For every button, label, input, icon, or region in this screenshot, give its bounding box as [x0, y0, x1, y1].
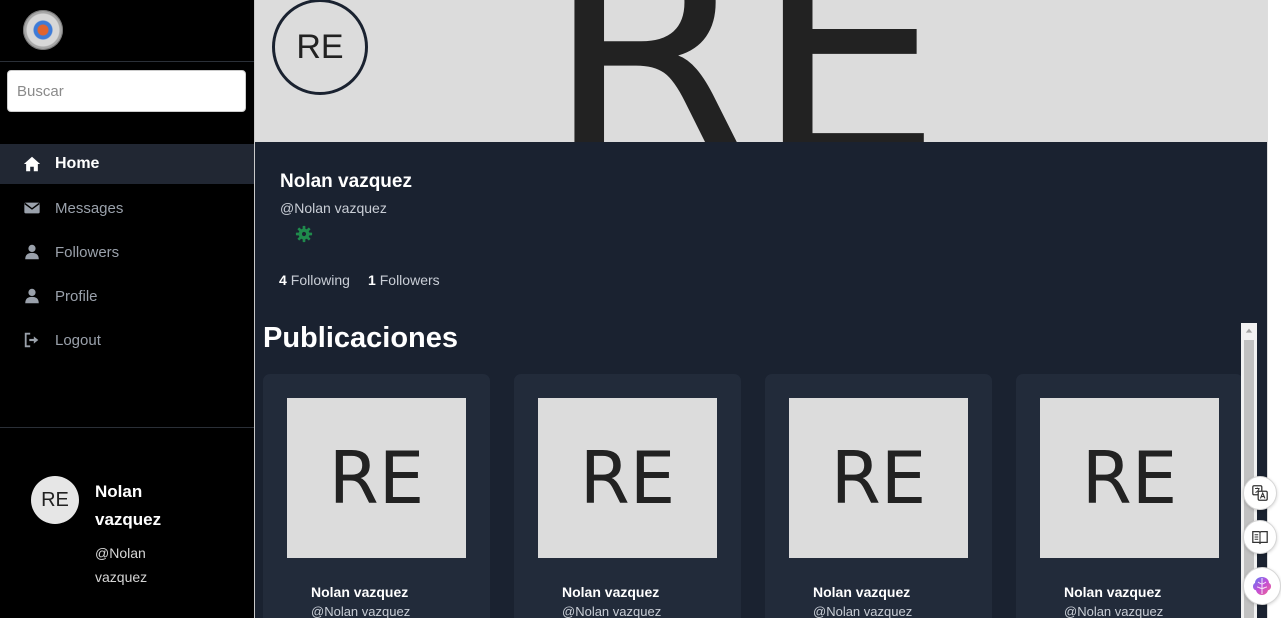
- post-image[interactable]: RE: [1040, 398, 1219, 558]
- sidebar-user-name: Nolan vazquez: [95, 482, 162, 529]
- nav-item-home[interactable]: Home: [0, 144, 254, 184]
- nav-label-logout: Logout: [55, 331, 101, 349]
- nav-item-messages[interactable]: Messages: [0, 188, 254, 228]
- search-input[interactable]: [7, 70, 246, 112]
- nav-item-followers[interactable]: Followers: [0, 232, 254, 272]
- cover-image-text: RE: [545, 0, 943, 142]
- post-image[interactable]: RE: [538, 398, 717, 558]
- post-author-name: Nolan vazquez: [813, 584, 911, 600]
- post-author-handle: @Nolan vazquez: [1064, 604, 1164, 618]
- post-image[interactable]: RE: [789, 398, 968, 558]
- sidebar-divider: [0, 427, 254, 428]
- following-count: 4: [279, 272, 287, 288]
- posts-grid: RE Nolan vazquez @Nolan vazquez RE Nolan…: [263, 374, 1267, 618]
- followers-count: 1: [367, 272, 376, 288]
- post-card[interactable]: RE Nolan vazquez @Nolan vazquez: [263, 374, 490, 618]
- ai-brain-icon[interactable]: [1243, 567, 1281, 605]
- home-icon: [22, 154, 42, 174]
- envelope-icon: [22, 198, 42, 218]
- followers-link[interactable]: 1 Followers: [368, 272, 440, 288]
- profile-main: RE RE Nolan vazquez @Nolan vazquez 4Foll…: [254, 0, 1267, 618]
- nav-label-followers: Followers: [55, 243, 120, 261]
- sidebar-nav: Home Messages Followers Profile Logout: [0, 144, 254, 364]
- followers-label: Followers: [379, 272, 440, 288]
- post-author-handle: @Nolan vazquez: [311, 604, 411, 618]
- post-author-name: Nolan vazquez: [1064, 584, 1162, 600]
- sidebar: Home Messages Followers Profile Logout: [0, 0, 254, 618]
- following-link[interactable]: 4 Following: [279, 272, 350, 288]
- post-card[interactable]: RE Nolan vazquez @Nolan vazquez: [514, 374, 741, 618]
- sidebar-user-handle: @Nolan vazquez: [95, 545, 148, 585]
- post-card[interactable]: RE Nolan vazquez @Nolan vazquez: [1016, 374, 1243, 618]
- avatar[interactable]: RE: [31, 476, 79, 524]
- user-icon: [22, 286, 42, 306]
- reader-mode-icon[interactable]: [1243, 520, 1277, 554]
- translate-icon[interactable]: [1243, 476, 1277, 510]
- post-author-handle: @Nolan vazquez: [813, 604, 913, 618]
- profile-handle: @Nolan vazquez: [280, 200, 387, 216]
- user-icon: [22, 242, 42, 262]
- logo-area: [0, 0, 254, 62]
- nav-item-profile[interactable]: Profile: [0, 276, 254, 316]
- app-logo[interactable]: [23, 10, 63, 50]
- posts-heading: Publicaciones: [263, 322, 459, 354]
- profile-name: Nolan vazquez: [280, 171, 412, 192]
- logout-icon: [22, 330, 42, 350]
- nav-label-messages: Messages: [55, 199, 124, 217]
- scroll-up-arrow-icon[interactable]: [1241, 323, 1257, 339]
- cover-image: RE RE: [255, 0, 1267, 142]
- profile-avatar[interactable]: RE: [272, 0, 368, 95]
- post-image[interactable]: RE: [287, 398, 466, 558]
- gear-icon[interactable]: [295, 225, 313, 243]
- post-author-name: Nolan vazquez: [311, 584, 409, 600]
- post-author-name: Nolan vazquez: [562, 584, 660, 600]
- nav-item-logout[interactable]: Logout: [0, 320, 254, 360]
- nav-label-home: Home: [55, 155, 100, 172]
- nav-label-profile: Profile: [55, 287, 98, 305]
- profile-stats: 4 Following 1 Followers: [279, 272, 440, 288]
- post-author-handle: @Nolan vazquez: [562, 604, 662, 618]
- following-label: Following: [290, 272, 350, 288]
- post-card[interactable]: RE Nolan vazquez @Nolan vazquez: [765, 374, 992, 618]
